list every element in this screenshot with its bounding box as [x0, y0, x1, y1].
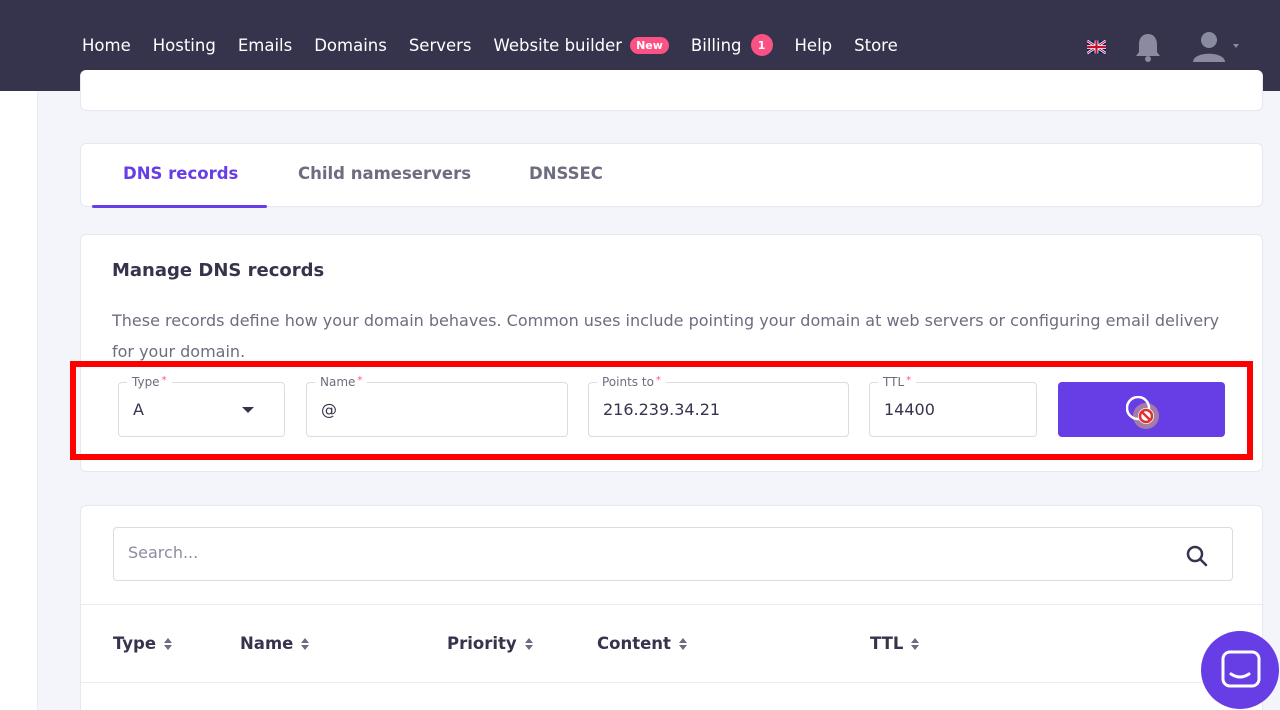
- nav-help-label: Help: [794, 35, 833, 55]
- nav-help[interactable]: Help: [795, 36, 833, 55]
- sort-icon: [911, 637, 920, 650]
- sort-icon: [164, 637, 173, 650]
- tab-dnssec[interactable]: DNSSEC: [529, 164, 603, 183]
- nav-billing-label: Billing: [690, 35, 742, 55]
- main-nav: Home Hosting Emails Domains Servers Webs…: [82, 34, 920, 56]
- nav-domains[interactable]: Domains: [314, 36, 387, 55]
- column-header-type[interactable]: Type: [113, 634, 173, 653]
- nav-home-label: Home: [82, 35, 131, 55]
- manage-dns-title: Manage DNS records: [112, 260, 325, 281]
- nav-emails-label: Emails: [237, 35, 293, 55]
- dns-tabs-card: DNS records Child nameservers DNSSEC: [80, 143, 1263, 208]
- left-gutter: [0, 91, 38, 710]
- column-header-name-label: Name: [240, 634, 294, 653]
- billing-count-badge: 1: [750, 34, 773, 56]
- nav-hosting-label: Hosting: [152, 35, 216, 55]
- manage-dns-description: These records define how your domain beh…: [112, 311, 1220, 361]
- chevron-down-icon: [1233, 44, 1239, 48]
- sort-icon: [301, 637, 310, 650]
- user-avatar-icon[interactable]: [1191, 31, 1247, 63]
- column-header-ttl[interactable]: TTL: [870, 634, 920, 653]
- column-header-priority-label: Priority: [447, 634, 517, 653]
- chat-icon: [1221, 650, 1261, 688]
- nav-store[interactable]: Store: [854, 36, 898, 55]
- chat-launcher-button[interactable]: [1201, 631, 1279, 709]
- nav-domains-label: Domains: [314, 35, 387, 55]
- tab-dns-records[interactable]: DNS records: [123, 164, 238, 183]
- nav-billing[interactable]: Billing 1: [691, 34, 773, 56]
- new-badge: New: [630, 36, 669, 54]
- tab-child-nameservers[interactable]: Child nameservers: [298, 164, 471, 183]
- nav-hosting[interactable]: Hosting: [153, 36, 216, 55]
- highlight-box: [70, 361, 1253, 460]
- nav-servers[interactable]: Servers: [409, 36, 472, 55]
- sort-icon: [678, 637, 687, 650]
- bell-icon[interactable]: [1135, 32, 1161, 62]
- dns-records-card: Type Name Priority Content TTL: [80, 505, 1264, 710]
- column-header-priority[interactable]: Priority: [447, 634, 533, 653]
- column-header-type-label: Type: [113, 634, 157, 653]
- nav-servers-label: Servers: [408, 35, 472, 55]
- uk-flag-icon[interactable]: [1087, 40, 1106, 54]
- table-header-divider: [81, 682, 1264, 683]
- nav-website-builder-label: Website builder: [493, 35, 623, 55]
- column-header-ttl-label: TTL: [870, 634, 904, 653]
- column-header-content-label: Content: [597, 634, 671, 653]
- sort-icon: [524, 637, 533, 650]
- search-box: [113, 527, 1233, 581]
- table-top-divider: [81, 604, 1264, 605]
- column-header-content[interactable]: Content: [597, 634, 687, 653]
- nav-emails[interactable]: Emails: [238, 36, 292, 55]
- nav-home[interactable]: Home: [82, 36, 131, 55]
- column-header-name[interactable]: Name: [240, 634, 310, 653]
- previous-card-bottom: [80, 70, 1263, 111]
- search-icon[interactable]: [1186, 545, 1208, 567]
- search-input[interactable]: [128, 543, 1128, 562]
- nav-store-label: Store: [854, 35, 898, 55]
- nav-website-builder[interactable]: Website builder New: [494, 36, 669, 55]
- active-tab-indicator: [92, 205, 267, 208]
